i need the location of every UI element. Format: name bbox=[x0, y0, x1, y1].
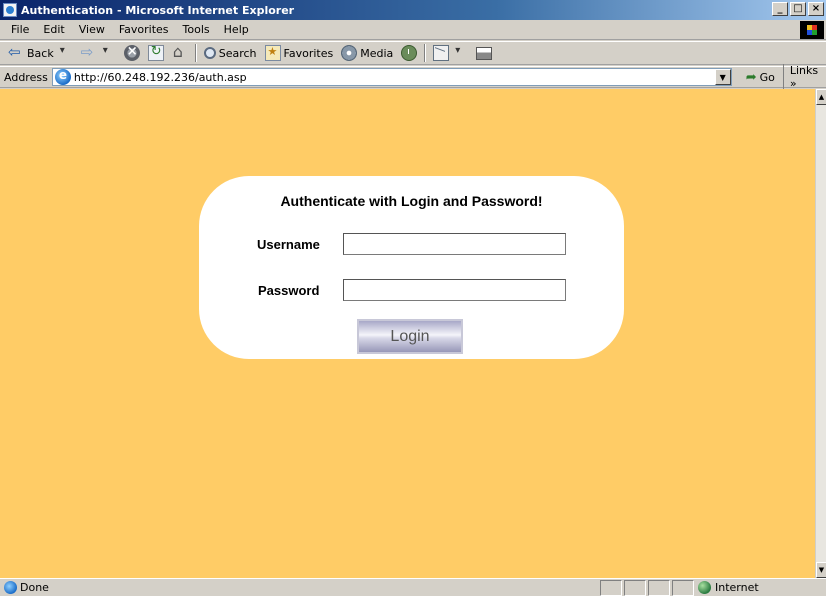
toolbar-separator bbox=[424, 44, 427, 62]
status-panel bbox=[624, 579, 646, 596]
stop-button[interactable] bbox=[120, 43, 144, 63]
toolbar-separator bbox=[194, 44, 197, 62]
media-label: Media bbox=[360, 46, 394, 60]
favorites-label: Favorites bbox=[283, 46, 334, 60]
ie-page-icon bbox=[54, 68, 71, 85]
address-label: Address bbox=[4, 70, 48, 84]
address-url[interactable]: http://60.248.192.236/auth.asp bbox=[74, 71, 247, 84]
menu-help[interactable]: Help bbox=[217, 23, 256, 36]
refresh-button[interactable] bbox=[144, 43, 168, 63]
status-panel bbox=[600, 579, 622, 596]
go-button[interactable]: ➦ Go bbox=[746, 70, 775, 85]
internet-zone-icon bbox=[698, 581, 711, 594]
go-label: Go bbox=[759, 70, 775, 84]
media-icon bbox=[341, 45, 358, 61]
history-icon bbox=[401, 45, 418, 61]
refresh-icon bbox=[147, 44, 164, 61]
menu-file[interactable]: File bbox=[4, 23, 36, 36]
back-arrow-icon bbox=[8, 43, 24, 61]
page-viewport: Authenticate with Login and Password! Us… bbox=[0, 89, 826, 578]
window-controls: _ □ × bbox=[772, 2, 824, 16]
vertical-scrollbar[interactable]: ▲ ▼ bbox=[815, 89, 826, 578]
windows-logo-icon bbox=[800, 21, 824, 39]
home-icon bbox=[172, 42, 188, 61]
status-bar: Done Internet bbox=[0, 578, 826, 596]
password-label: Password bbox=[258, 283, 320, 298]
mail-icon bbox=[433, 45, 450, 61]
username-input[interactable] bbox=[343, 233, 566, 255]
minimize-button[interactable]: _ bbox=[772, 2, 788, 16]
links-toolbar[interactable]: Links » bbox=[782, 64, 826, 90]
status-text: Done bbox=[20, 581, 49, 594]
address-dropdown-icon[interactable]: ▼ bbox=[714, 69, 731, 85]
print-button[interactable] bbox=[472, 43, 496, 63]
search-label: Search bbox=[218, 46, 257, 60]
menu-edit[interactable]: Edit bbox=[36, 23, 71, 36]
address-bar: Address http://60.248.192.236/auth.asp ▼… bbox=[0, 64, 826, 90]
menu-tools[interactable]: Tools bbox=[176, 23, 217, 36]
standard-toolbar: Back Search Favorites Media bbox=[0, 41, 826, 65]
back-button[interactable]: Back bbox=[4, 43, 77, 63]
zone-label: Internet bbox=[715, 581, 759, 594]
search-icon bbox=[203, 47, 216, 59]
status-panel bbox=[672, 579, 694, 596]
title-bar: Authentication - Microsoft Internet Expl… bbox=[0, 0, 826, 20]
status-message: Done bbox=[0, 579, 598, 596]
menu-bar: File Edit View Favorites Tools Help bbox=[0, 20, 826, 40]
close-button[interactable]: × bbox=[808, 2, 824, 16]
login-button[interactable]: Login bbox=[357, 319, 463, 354]
forward-button[interactable] bbox=[77, 43, 120, 63]
mail-button[interactable] bbox=[429, 43, 472, 63]
forward-arrow-icon bbox=[81, 43, 97, 61]
username-label: Username bbox=[257, 237, 320, 252]
forward-dropdown-icon[interactable] bbox=[100, 45, 116, 61]
security-zone[interactable]: Internet bbox=[694, 581, 814, 594]
menu-favorites[interactable]: Favorites bbox=[112, 23, 176, 36]
scroll-up-icon[interactable]: ▲ bbox=[816, 89, 826, 105]
home-button[interactable] bbox=[168, 42, 192, 63]
page-status-icon bbox=[4, 581, 17, 594]
menu-view[interactable]: View bbox=[72, 23, 112, 36]
search-button[interactable]: Search bbox=[200, 43, 261, 63]
back-label: Back bbox=[27, 46, 54, 60]
mail-dropdown-icon[interactable] bbox=[452, 45, 468, 61]
favorites-icon bbox=[264, 45, 281, 61]
status-panel bbox=[648, 579, 670, 596]
history-button[interactable] bbox=[397, 43, 421, 63]
stop-icon bbox=[123, 44, 140, 61]
address-input[interactable]: http://60.248.192.236/auth.asp ▼ bbox=[51, 68, 732, 86]
window-title: Authentication - Microsoft Internet Expl… bbox=[21, 3, 295, 17]
auth-panel: Authenticate with Login and Password! Us… bbox=[199, 176, 624, 359]
favorites-button[interactable]: Favorites bbox=[261, 43, 338, 63]
print-icon bbox=[476, 46, 493, 60]
back-dropdown-icon[interactable] bbox=[57, 45, 73, 61]
scroll-down-icon[interactable]: ▼ bbox=[816, 562, 826, 578]
maximize-button[interactable]: □ bbox=[790, 2, 806, 16]
password-input[interactable] bbox=[343, 279, 566, 301]
media-button[interactable]: Media bbox=[337, 43, 397, 63]
go-arrow-icon: ➦ bbox=[745, 69, 757, 85]
auth-heading: Authenticate with Login and Password! bbox=[280, 193, 543, 209]
ie-window-icon[interactable] bbox=[3, 3, 17, 17]
